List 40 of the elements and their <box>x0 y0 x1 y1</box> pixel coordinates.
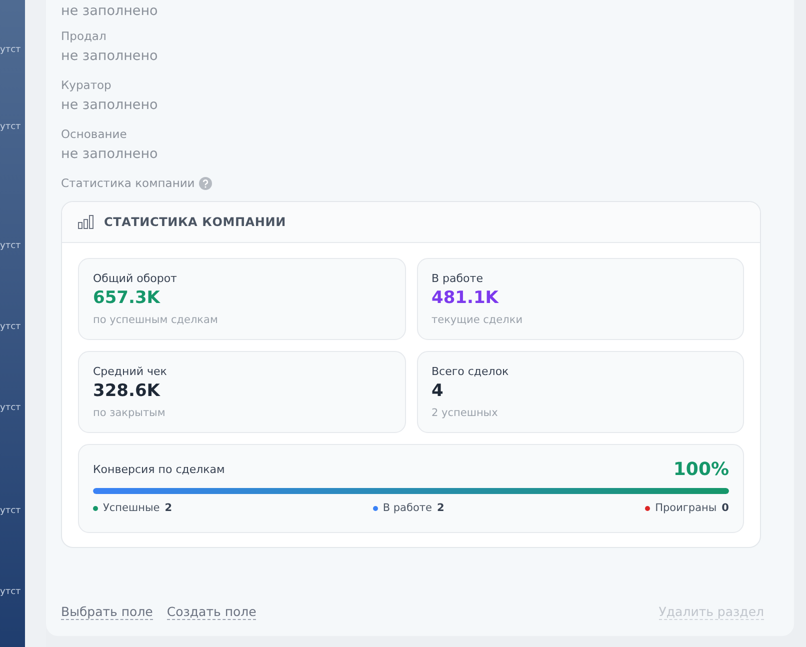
bar-chart-icon <box>78 215 94 229</box>
field-value: не заполнено <box>61 96 159 114</box>
field-value: не заполнено <box>61 2 159 20</box>
field-value: не заполнено <box>61 145 159 163</box>
stat-label: Общий оборот <box>93 271 178 286</box>
field-label: Куратор <box>61 77 112 93</box>
stat-value: 4 <box>432 380 444 403</box>
footer-link[interactable]: Создать поле <box>166 604 256 620</box>
field-label: Статистика компании <box>61 175 195 191</box>
stat-note: по успешным сделкам <box>93 313 219 328</box>
field-value: не заполнено <box>61 47 159 65</box>
stat-value: 481.1K <box>432 287 500 310</box>
help-icon[interactable] <box>198 176 212 190</box>
stat-value: 657.3K <box>93 287 162 310</box>
stat-label: Всего сделок <box>432 364 510 379</box>
sidebar-item[interactable]: утст <box>0 240 25 253</box>
stat-label: Средний чек <box>93 364 168 379</box>
sidebar-item[interactable]: утст <box>0 321 25 334</box>
stat-note: по закрытым <box>93 406 166 421</box>
stat-value: 328.6K <box>93 380 162 403</box>
legend-count: 0 <box>722 502 729 514</box>
stat-note: 2 успешных <box>432 406 499 421</box>
field-label: Основание <box>61 126 128 142</box>
sidebar-item[interactable]: утст <box>0 586 25 599</box>
field-label: Продал <box>61 28 108 44</box>
sidebar-item[interactable]: утст <box>0 44 25 57</box>
conversion-percent: 100% <box>673 459 729 480</box>
conversion-label: Конверсия по сделкам <box>93 462 225 477</box>
stat-note: текущие сделки <box>432 313 524 328</box>
sidebar-item[interactable]: утст <box>0 402 25 415</box>
legend-count: 2 <box>164 502 172 514</box>
card-title: СТАТИСТИКА КОМПАНИИ <box>104 215 286 229</box>
legend-label: Проиграны <box>655 502 717 514</box>
legend-label: Успешные <box>103 502 160 514</box>
stat-label: В работе <box>432 271 484 286</box>
sidebar-item[interactable]: утст <box>0 505 25 518</box>
sidebar-item[interactable]: утст <box>0 121 25 134</box>
legend-label: В работе <box>382 502 432 514</box>
legend-count: 2 <box>436 502 444 514</box>
footer-link[interactable]: Выбрать поле <box>61 604 153 620</box>
